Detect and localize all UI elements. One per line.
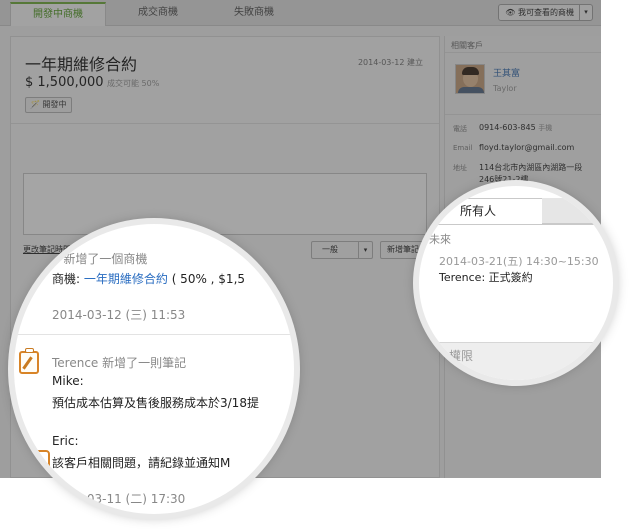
feed-item-actor-line: Mike 新增了一個商機	[32, 252, 148, 266]
note-author: Mike:	[52, 374, 84, 388]
permissions-section: 權限	[419, 342, 613, 380]
task-title[interactable]: Terence: 正式簽約	[439, 269, 533, 285]
note-text: 該客戶相關問題，請紀錄並通知M	[52, 456, 231, 470]
clipboard-note-icon	[18, 348, 40, 374]
activity-feed-magnifier: Mike 新增了一個商機 商機: 一年期維修合約 ( 50% , $1,5 20…	[14, 224, 294, 514]
task-time: 2014-03-21(五) 14:30~15:30	[439, 255, 599, 268]
tasks-magnifier: 所有人 未來 2014-03-21(五) 14:30~15:30 Terence…	[419, 186, 613, 380]
feed-item-deal-line: 商機: 一年期維修合約 ( 50% , $1,5	[52, 272, 246, 286]
note-author: Eric:	[52, 434, 79, 448]
tab-everyone[interactable]: 所有人	[419, 198, 543, 224]
note-card-icon	[20, 450, 50, 480]
feed-item-timestamp: 2014-03-11 (二) 17:30	[52, 492, 186, 506]
feed-item-timestamp: 2014-03-12 (三) 11:53	[52, 308, 186, 322]
permissions-label: 權限	[449, 349, 474, 363]
task-list: 未來 2014-03-21(五) 14:30~15:30 Terence: 正式…	[419, 224, 613, 342]
tab-other[interactable]	[542, 198, 613, 224]
note-text: 預估成本估算及售後服務成本於3/18提	[52, 396, 259, 410]
deal-link[interactable]: 一年期維修合約	[84, 272, 168, 286]
feed-item-actor-line: Terence 新增了一則筆記	[52, 356, 187, 370]
task-group-label: 未來	[429, 233, 451, 246]
divider	[14, 334, 294, 335]
